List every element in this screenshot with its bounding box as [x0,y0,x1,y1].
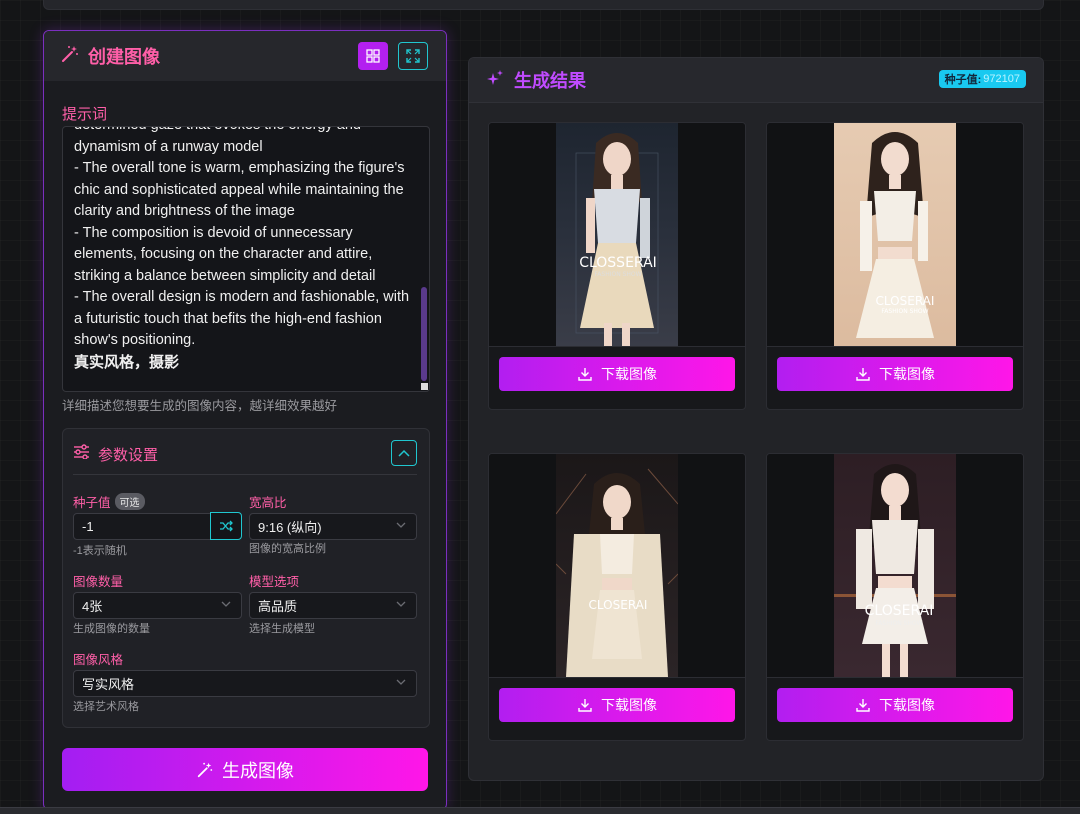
result-card: CLOSERAI FASHION SHOW 下载图像 [766,453,1024,741]
result-image[interactable]: CLOSERAI FASHION SHOW [767,454,1023,678]
create-image-panel: 创建图像 提示词 determined gaze that evokes the… [43,30,447,810]
result-card: CLOSSERAI FASHION SHOW 下载图像 [488,122,746,410]
generate-image-button[interactable]: 生成图像 [62,748,428,791]
divider [73,474,417,475]
top-bar [43,0,1044,10]
download-icon [578,368,592,381]
create-panel-title: 创建图像 [88,47,160,67]
expand-button[interactable] [398,42,428,70]
resize-handle[interactable] [421,383,428,390]
results-header: 生成结果 种子值: 972107 [469,58,1043,103]
chevron-up-icon [398,449,410,457]
chevron-down-icon [221,601,231,607]
style-label: 图像风格 [73,653,124,667]
count-label: 图像数量 [73,575,124,589]
fashion-model-image [834,464,956,677]
image-overlay-text: CLOSERAI [875,294,935,308]
expand-icon [406,49,420,63]
image-overlay-text: CLOSSERAI [579,255,657,271]
download-icon [856,699,870,712]
sparkles-icon [486,69,504,92]
sliders-icon [73,444,90,464]
shuffle-icon [220,520,233,532]
result-image[interactable]: CLOSERAI [489,454,745,678]
magic-wand-icon [60,44,80,69]
style-hint: 选择艺术风格 [73,701,139,713]
magic-wand-icon [197,762,213,777]
aspect-select[interactable]: 9:16 (纵向) [249,513,417,540]
download-image-button[interactable]: 下载图像 [499,688,735,722]
seed-input[interactable]: -1 [73,513,211,540]
aspect-hint: 图像的宽高比例 [249,543,326,555]
optional-badge: 可选 [114,493,145,510]
prompt-label: 提示词 [62,106,108,123]
image-overlay-subtext: FASHION SHOW [875,620,923,627]
result-image[interactable]: CLOSSERAI FASHION SHOW [489,123,745,347]
image-overlay-subtext: FASHION SHOW [881,308,929,315]
grid-icon [366,49,380,63]
download-icon [578,699,592,712]
model-label: 模型选项 [249,575,300,589]
seed-hint: -1表示随机 [73,545,127,557]
prompt-text: determined gaze that evokes the energy a… [74,127,410,348]
prompt-textarea[interactable]: determined gaze that evokes the energy a… [62,126,430,392]
parameter-settings: 参数设置 种子值 可选 -1 -1表示随机 宽高比 9:16 (纵向) 图像的宽… [62,428,430,728]
result-card: CLOSERAI FASHION SHOW 下载图像 [766,122,1024,410]
fashion-model-image [556,468,678,677]
download-icon [856,368,870,381]
model-hint: 选择生成模型 [249,623,315,635]
create-panel-header: 创建图像 [44,31,446,81]
chevron-down-icon [396,522,406,528]
results-panel: 生成结果 种子值: 972107 CLOSSERAI FASHION SHOW … [468,57,1044,781]
result-image[interactable]: CLOSERAI FASHION SHOW [767,123,1023,347]
image-overlay-subtext: FASHION SHOW [594,271,642,278]
count-select[interactable]: 4张 [73,592,242,619]
count-hint: 生成图像的数量 [73,623,150,635]
image-overlay-text: CLOSERAI [864,603,934,619]
download-image-button[interactable]: 下载图像 [777,357,1013,391]
chevron-down-icon [396,601,406,607]
prompt-hint: 详细描述您想要生成的图像内容，越详细效果越好 [62,399,338,413]
style-select[interactable]: 写实风格 [73,670,417,697]
collapse-params-button[interactable] [391,440,417,466]
result-card: CLOSERAI 下载图像 [488,453,746,741]
seed-label: 种子值 [73,496,111,510]
seed-value-badge: 种子值: 972107 [938,70,1026,88]
aspect-label: 宽高比 [249,496,287,510]
download-image-button[interactable]: 下载图像 [777,688,1013,722]
model-select[interactable]: 高品质 [249,592,417,619]
chevron-down-icon [396,679,406,685]
image-overlay-text: CLOSERAI [588,598,648,612]
params-title: 参数设置 [98,446,159,464]
grid-view-button[interactable] [358,42,388,70]
download-image-button[interactable]: 下载图像 [499,357,735,391]
prompt-style-line: 真实风格，摄影 [74,353,180,371]
results-title: 生成结果 [514,71,586,91]
random-seed-button[interactable] [210,512,242,540]
fashion-model-image [575,133,659,346]
prompt-scrollbar[interactable] [421,287,427,381]
